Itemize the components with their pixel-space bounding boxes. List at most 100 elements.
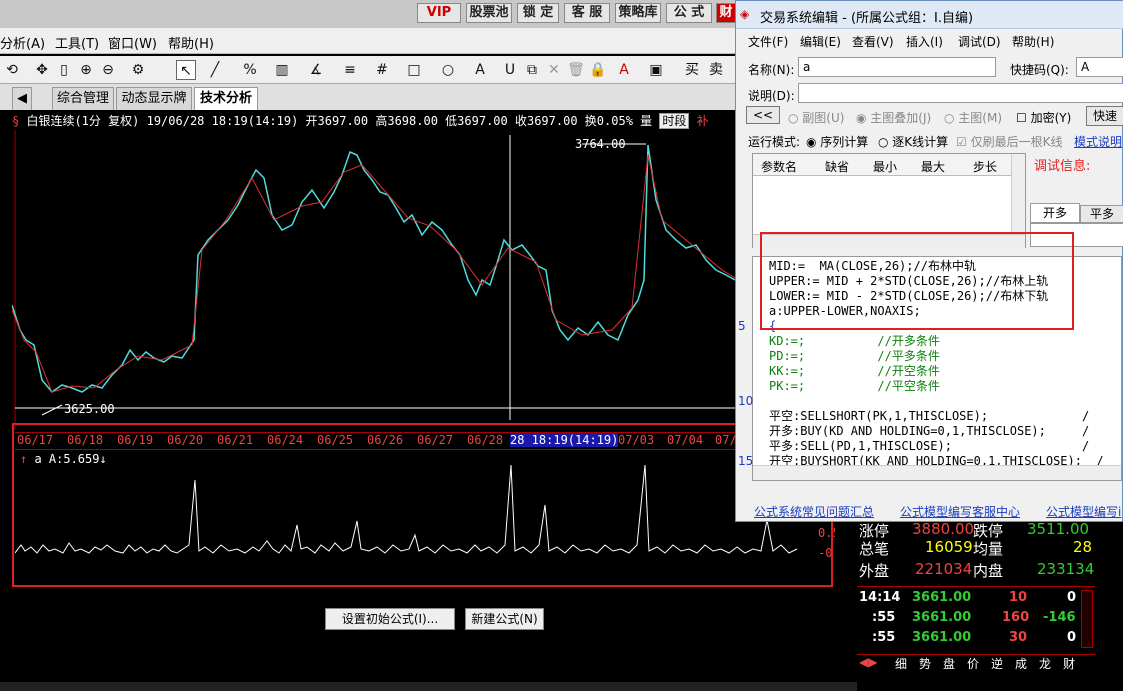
set-initial-formula-button[interactable]: 设置初始公式(I)... <box>325 608 455 630</box>
shortcut-input[interactable]: A <box>1076 57 1123 77</box>
subtab-open-long[interactable]: 开多 <box>1030 203 1080 223</box>
price-line <box>12 144 735 394</box>
trash-icon[interactable]: 🗑 <box>566 60 586 80</box>
circle-tool-icon[interactable]: ○ <box>438 60 458 80</box>
menu-window[interactable]: 窗口(W) <box>108 33 157 52</box>
code-text: PD:=; //平多条件 <box>769 349 940 363</box>
tick-time: :55 <box>872 630 896 645</box>
quote-tabs: ◀▶ 细 势 盘 价 逆 成 龙 财 <box>857 654 1095 672</box>
formula-button[interactable]: 公 式 <box>666 3 712 23</box>
tick-time: :55 <box>872 610 896 625</box>
stock-pool-button[interactable]: 股票池 <box>466 3 512 23</box>
outer-volume-label: 外盘 <box>859 562 890 580</box>
new-formula-button[interactable]: 新建公式(N) <box>465 608 544 630</box>
cursor-icon[interactable]: ↖ <box>176 60 196 80</box>
editor-menu-debug[interactable]: 调试(D) <box>958 33 1001 50</box>
magnet-icon[interactable]: U <box>500 60 520 80</box>
rect-tool-icon[interactable]: □ <box>404 60 424 80</box>
editor-menu-insert[interactable]: 插入(I) <box>906 33 943 50</box>
quote-tab[interactable]: 逆 <box>991 655 1003 672</box>
settings-icon[interactable]: ⚙ <box>128 60 148 80</box>
cycle-icon[interactable]: ⟲ <box>2 60 22 80</box>
lock-button[interactable]: 锁 定 <box>517 3 559 23</box>
tab-bar: ◀ 综合管理 动态显示牌 技术分析 <box>0 84 735 110</box>
text-tool-icon[interactable]: A <box>470 60 490 80</box>
editor-menu-help[interactable]: 帮助(H) <box>1012 33 1054 50</box>
grid-tool-icon[interactable]: # <box>372 60 392 80</box>
encrypt-checkbox[interactable]: ☐ 加密(Y) <box>1016 109 1071 126</box>
color-icon[interactable]: A <box>614 60 634 80</box>
tab-overview[interactable]: 综合管理 <box>52 87 114 110</box>
faq-link[interactable]: 公式系统常见问题汇总 <box>754 503 874 520</box>
menu-tools[interactable]: 工具(T) <box>55 33 99 52</box>
finance-button[interactable]: 财 <box>716 3 736 23</box>
formula-editor-window: ◈ 交易系统编辑 - (所属公式组：I.自编) 文件(F) 编辑(E) 查看(V… <box>735 0 1123 522</box>
toolbar: ⟲ ✥ ▯ ⊕ ⊖ ⚙ ↖ ╱ % ▥ ∡ ≡ # □ ○ A U ⧉ ✕ 🗑 … <box>0 56 735 84</box>
menu-help[interactable]: 帮助(H) <box>168 33 214 52</box>
percent-tool-icon[interactable]: % <box>240 60 260 80</box>
quote-tab[interactable]: 盘 <box>943 655 955 672</box>
description-input[interactable] <box>798 83 1123 103</box>
radio-main[interactable]: ○ 主图(M) <box>944 109 1002 126</box>
quote-tab-arrows-icon[interactable]: ◀▶ <box>859 655 877 669</box>
quote-tab[interactable]: 细 <box>895 655 907 672</box>
volume-label: 量 <box>640 114 653 128</box>
tick-scrollbar[interactable] <box>1081 590 1093 648</box>
param-header: 参数名 <box>761 160 798 174</box>
name-label: 名称(N): <box>748 63 795 77</box>
editor-menu-edit[interactable]: 编辑(E) <box>800 33 841 50</box>
formula-writing-link[interactable]: 公式模型编写i <box>1046 503 1122 520</box>
run-seq-radio[interactable]: ◉ 序列计算 <box>806 133 868 150</box>
editor-menu-file[interactable]: 文件(F) <box>748 33 788 50</box>
quote-tab[interactable]: 财 <box>1063 655 1075 672</box>
subtab-close-long[interactable]: 平多 <box>1080 205 1123 223</box>
menu-analysis[interactable]: 分析(A) <box>0 33 45 52</box>
buy-button[interactable]: 买 <box>682 60 702 80</box>
save-icon[interactable]: ▣ <box>646 60 666 80</box>
radio-main-overlay[interactable]: ◉ 主图叠加(J) <box>856 109 931 126</box>
inner-volume-label: 内盘 <box>973 562 1004 580</box>
code-text: 平多:SELL(PD,1,THISCLOSE); / <box>769 439 1090 453</box>
quote-tab[interactable]: 成 <box>1015 655 1027 672</box>
sell-button[interactable]: 卖 <box>706 60 726 80</box>
code-hscrollbar[interactable] <box>753 465 1121 480</box>
copy-icon[interactable]: ⧉ <box>522 60 542 80</box>
quote-tab[interactable]: 价 <box>967 655 979 672</box>
angle-tool-icon[interactable]: ∡ <box>306 60 326 80</box>
extra-tag[interactable]: 补 <box>697 114 709 128</box>
service-center-link[interactable]: 公式模型编写客服中心 <box>900 503 1020 520</box>
service-button[interactable]: 客 服 <box>564 3 610 23</box>
chart-info-bar: § 白银连续(1分 复权) 19/06/28 18:19(14:19) 开369… <box>12 112 709 130</box>
vip-button[interactable]: VIP <box>417 3 461 23</box>
param-scrollbar[interactable] <box>1011 154 1025 234</box>
refresh-checkbox[interactable]: ☑ 仅刷最后一根K线 <box>956 133 1062 150</box>
fib-tool-icon[interactable]: ≡ <box>340 60 360 80</box>
zoom-in-icon[interactable]: ⊕ <box>76 60 96 80</box>
tab-scroll-left-icon[interactable]: ◀ <box>12 87 32 110</box>
run-tick-radio[interactable]: ○ 逐K线计算 <box>878 133 948 150</box>
tab-dynamic-board[interactable]: 动态显示牌 <box>116 87 192 110</box>
editor-menu-view[interactable]: 查看(V) <box>852 33 894 50</box>
mode-help-link[interactable]: 模式说明 <box>1074 133 1122 150</box>
code-line: KK:=; //开空条件 <box>769 364 940 379</box>
quick-button[interactable]: 快速 <box>1086 106 1123 126</box>
quote-tab[interactable]: 势 <box>919 655 931 672</box>
bar-icon[interactable]: ▯ <box>54 60 74 80</box>
collapse-button[interactable]: << <box>746 106 780 124</box>
lock-icon[interactable]: 🔒 <box>588 60 608 80</box>
delete-icon[interactable]: ✕ <box>544 60 564 80</box>
period-tag[interactable]: 时段 <box>659 113 690 129</box>
quote-tab[interactable]: 龙 <box>1039 655 1051 672</box>
run-mode-label: 运行模式: <box>748 135 801 149</box>
radio-subchart[interactable]: ○ 副图(U) <box>788 109 844 126</box>
zoom-out-icon[interactable]: ⊖ <box>98 60 118 80</box>
divider <box>857 586 1095 587</box>
ruler-tool-icon[interactable]: ▥ <box>272 60 292 80</box>
move-icon[interactable]: ✥ <box>32 60 52 80</box>
tab-technical[interactable]: 技术分析 <box>194 87 258 110</box>
symbol-label: 白银连续(1分 复权) <box>26 114 140 128</box>
tick-volume: 160 <box>1002 610 1030 625</box>
name-input[interactable]: a <box>798 57 996 77</box>
strategy-button[interactable]: 策略库 <box>615 3 661 23</box>
line-tool-icon[interactable]: ╱ <box>205 60 225 80</box>
